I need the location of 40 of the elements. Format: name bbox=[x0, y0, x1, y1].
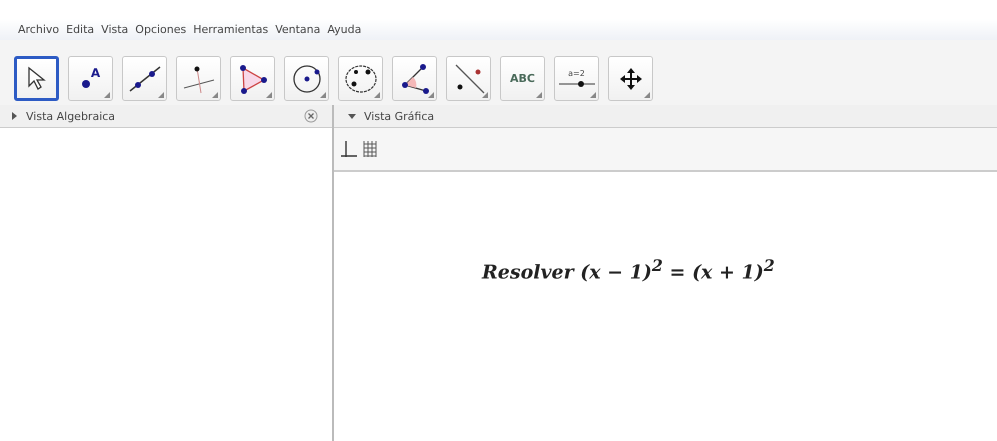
tool-button[interactable]: A bbox=[68, 56, 113, 101]
dropdown-corner-icon bbox=[536, 92, 542, 98]
point-label: A bbox=[90, 66, 100, 80]
cursor-icon bbox=[26, 66, 48, 92]
grid-icon[interactable] bbox=[362, 140, 378, 158]
menu-item[interactable]: Ayuda bbox=[327, 22, 362, 36]
conic-icon bbox=[344, 64, 378, 94]
dropdown-corner-icon bbox=[212, 92, 218, 98]
dropdown-corner-icon bbox=[482, 92, 488, 98]
menu-item[interactable]: Edita bbox=[66, 22, 94, 36]
dropdown-corner-icon bbox=[644, 92, 650, 98]
menu-item[interactable]: Archivo bbox=[18, 22, 60, 36]
panel-title: Vista Gráfica bbox=[364, 110, 434, 122]
menu-item[interactable]: Opciones bbox=[135, 22, 186, 36]
dropdown-corner-icon bbox=[104, 92, 110, 98]
axes-icon[interactable] bbox=[340, 140, 358, 158]
line-icon bbox=[128, 64, 162, 92]
perpendicular-icon bbox=[182, 64, 216, 94]
dropdown-corner-icon bbox=[158, 92, 164, 98]
close-icon[interactable] bbox=[304, 109, 318, 123]
slider-label: a=2 bbox=[568, 69, 585, 78]
menu-item[interactable]: Ventana bbox=[275, 22, 320, 36]
dropdown-corner-icon bbox=[266, 92, 272, 98]
dropdown-corner-icon bbox=[428, 92, 434, 98]
triangle-right-icon[interactable] bbox=[10, 112, 18, 120]
triangle-down-icon[interactable] bbox=[348, 112, 356, 120]
dropdown-corner-icon bbox=[590, 92, 596, 98]
menu-item[interactable]: Vista bbox=[101, 22, 128, 36]
dropdown-corner-icon bbox=[374, 92, 380, 98]
slider-icon bbox=[558, 80, 594, 88]
point-icon bbox=[80, 78, 91, 88]
tool-button[interactable]: a=2 bbox=[554, 56, 599, 101]
circle-icon bbox=[290, 62, 322, 94]
tool-button[interactable] bbox=[14, 56, 59, 101]
equation-text: Resolver (x − 1)$^{2}$ = (x + 1)$^{2}$ bbox=[482, 256, 775, 282]
dropdown-corner-icon bbox=[320, 92, 326, 98]
tool-button[interactable]: ABC bbox=[500, 56, 545, 101]
menu-item[interactable]: Herramientas bbox=[193, 22, 268, 36]
panel-title: Vista Algebraica bbox=[26, 110, 116, 122]
move-arrows-icon bbox=[618, 66, 644, 92]
